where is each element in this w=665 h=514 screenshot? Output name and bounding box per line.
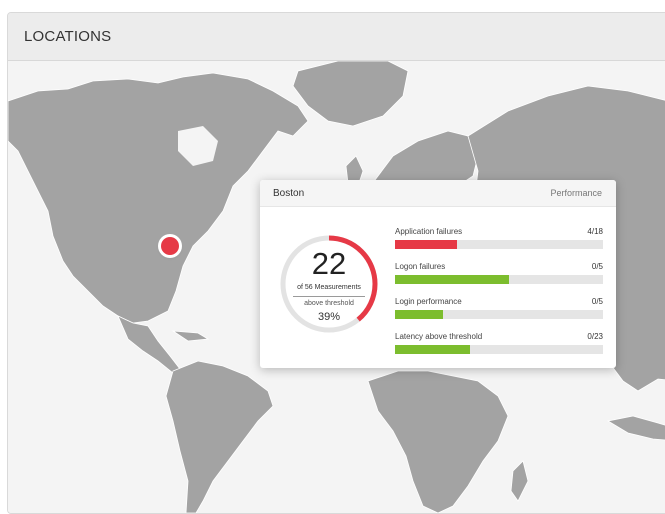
greenland-shape [292,61,409,127]
gauge-divider [293,296,365,297]
south-america-shape [165,360,274,513]
metric-value: 0/23 [587,332,603,341]
metric-bar-fill [395,345,470,354]
metric-login-performance: Login performance 0/5 [395,297,603,321]
gauge-above-text: above threshold [304,300,354,307]
metric-bar-fill [395,240,458,249]
caribbean-shape [171,330,210,342]
metric-label: Application failures [395,227,463,236]
gauge-count: 22 [311,246,347,281]
popup-header: Boston Performance [260,180,616,207]
metric-latency-above-threshold: Latency above threshold 0/23 [395,332,603,356]
gauge-of-text: of 56 Measurements [297,284,361,291]
metric-value: 0/5 [591,297,603,306]
metric-logon-failures: Logon failures 0/5 [395,262,603,286]
metric-label: Latency above threshold [395,332,483,341]
metric-label: Logon failures [395,262,446,271]
metric-bar-track [395,275,603,284]
panel-header: LOCATIONS [8,13,665,61]
boston-location-marker[interactable] [161,237,179,255]
indonesia-shape [606,415,665,441]
metric-value: 4/18 [587,227,603,236]
metric-bar-track [395,310,603,319]
performance-tab[interactable]: Performance [550,188,602,198]
metric-value: 0/5 [591,262,603,271]
metric-bar-fill [395,310,443,319]
africa-shape [367,370,509,513]
metric-bar-fill [395,275,510,284]
popup-city: Boston [273,188,305,199]
central-america-shape [117,315,181,374]
gauge-percent: 39% [317,311,341,323]
metric-application-failures: Application failures 4/18 [395,227,603,251]
measurements-gauge: 22 of 56 Measurements above threshold 39… [277,232,381,336]
metric-label: Login performance [395,297,462,306]
metric-bar-track [395,345,603,354]
madagascar-shape [510,460,529,502]
metric-bar-track [395,240,603,249]
location-popup: Boston Performance 22 of 56 Measurements… [260,180,616,368]
panel-title: LOCATIONS [24,28,112,45]
